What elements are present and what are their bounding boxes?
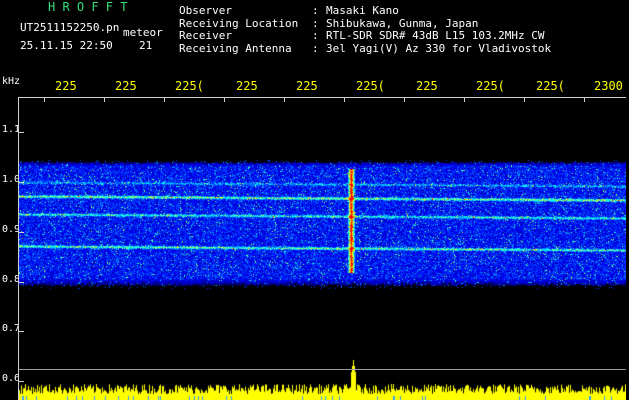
y-tick-mark bbox=[19, 182, 24, 183]
info-row-observer: Observer: Masaki Kano bbox=[179, 4, 551, 18]
info-key: Receiving Antenna bbox=[179, 41, 292, 55]
info-separator: : bbox=[312, 29, 319, 42]
x-tick-label: 225( bbox=[175, 79, 204, 93]
info-key: Receiver bbox=[179, 29, 232, 42]
x-tick-label: 225 bbox=[416, 79, 438, 93]
x-tick-mark bbox=[344, 97, 345, 102]
y-tick-mark bbox=[19, 282, 24, 283]
x-tick-mark bbox=[524, 97, 525, 102]
y-tick-mark bbox=[19, 331, 24, 332]
info-row-receiver: Receiver: RTL-SDR SDR# 43dB L15 103.2MHz … bbox=[179, 29, 551, 43]
x-tick-label: 225 bbox=[115, 79, 137, 93]
x-tick-label: 225( bbox=[536, 79, 565, 93]
y-axis-unit: kHz bbox=[2, 76, 21, 87]
x-tick-label: 225 bbox=[55, 79, 77, 93]
x-tick-mark bbox=[164, 97, 165, 102]
x-tick-mark bbox=[584, 97, 585, 102]
x-tick-label: 225( bbox=[476, 79, 505, 93]
info-row-antenna: Receiving Antenna:3el Yagi(V) Az 330 for… bbox=[179, 41, 552, 56]
meteor-count: 21 bbox=[139, 39, 153, 52]
info-separator: : bbox=[312, 4, 319, 17]
info-value: RTL-SDR SDR# 43dB L15 103.2MHz CW bbox=[326, 29, 545, 42]
info-separator: : bbox=[312, 41, 319, 55]
x-tick-mark bbox=[104, 97, 105, 102]
x-tick-mark bbox=[44, 97, 45, 102]
x-tick-mark bbox=[284, 97, 285, 102]
info-value: 3el Yagi(V) Az 330 for Vladivostok bbox=[326, 41, 552, 55]
y-tick-mark bbox=[19, 381, 24, 382]
y-tick-mark bbox=[19, 232, 24, 233]
spectrogram-canvas bbox=[19, 98, 626, 400]
timestamp-label: 25.11.15 22:50 bbox=[20, 39, 113, 52]
y-tick-mark bbox=[19, 132, 24, 133]
meteor-label: meteor bbox=[123, 26, 163, 39]
x-tick-label: 225 bbox=[296, 79, 318, 93]
spectrogram-window: H R O F F T UT2511152250.pn meteor 25.11… bbox=[0, 0, 629, 400]
x-tick-mark bbox=[224, 97, 225, 102]
filename-label: UT2511152250.pn bbox=[20, 21, 120, 34]
x-tick-label: 2300 bbox=[594, 79, 623, 93]
info-value: Masaki Kano bbox=[326, 4, 399, 17]
info-key: Observer bbox=[179, 4, 232, 17]
x-tick-label: 225 bbox=[236, 79, 258, 93]
x-tick-mark bbox=[464, 97, 465, 102]
noise-baseline bbox=[19, 369, 626, 370]
brand-title: H R O F F T bbox=[48, 0, 128, 14]
x-tick-label: 225( bbox=[356, 79, 385, 93]
station-info: Observer: Masaki Kano Receiving Location:… bbox=[179, 4, 552, 56]
x-tick-mark bbox=[404, 97, 405, 102]
